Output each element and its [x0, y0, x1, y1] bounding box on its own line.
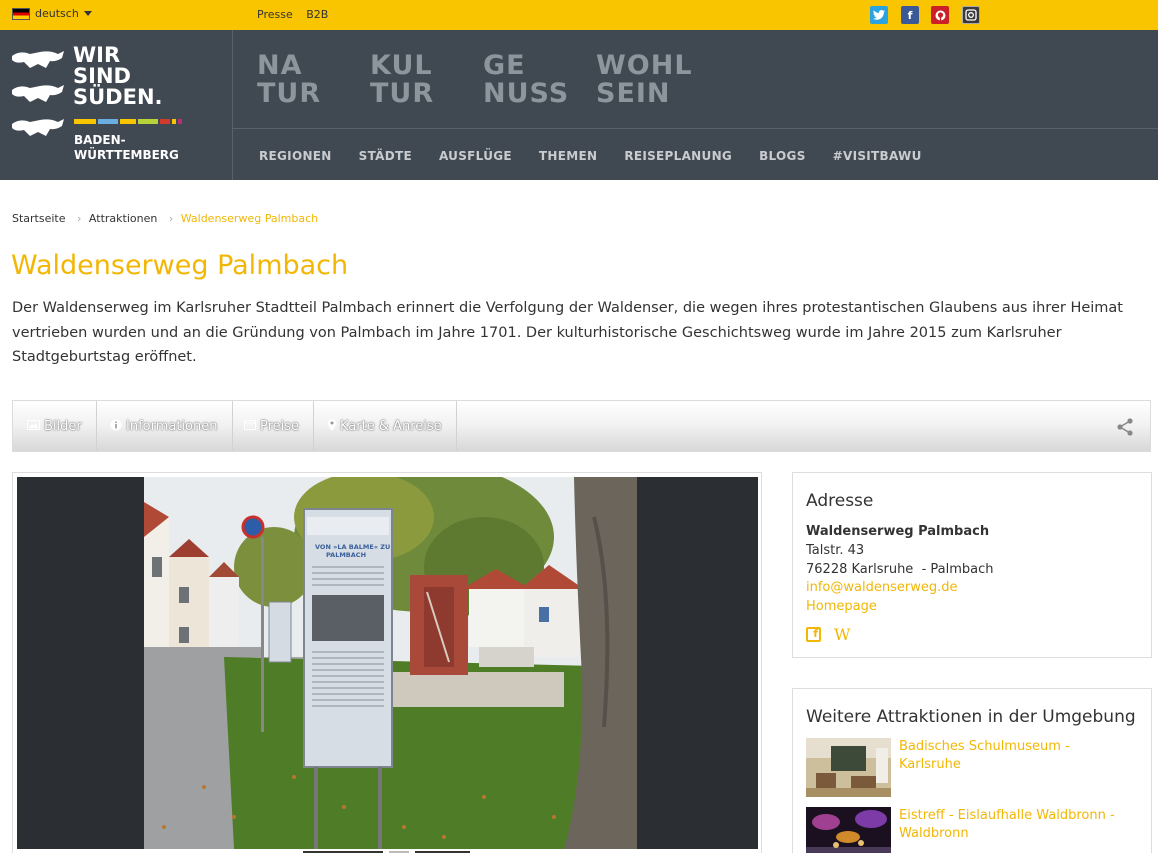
logo-line-1: WIR — [73, 43, 121, 67]
subnav-staedte[interactable]: STÄDTE — [359, 149, 412, 163]
address-street: Talstr. 43 — [806, 542, 865, 558]
address-details: Waldenserweg Palmbach Talstr. 43 76228 K… — [806, 523, 994, 617]
breadcrumb-home[interactable]: Startseite — [12, 212, 66, 225]
language-selector[interactable]: deutsch — [12, 7, 92, 20]
presse-link[interactable]: Presse — [257, 8, 293, 21]
subnav-themen[interactable]: THEMEN — [539, 149, 597, 163]
nav-kultur-line-2: TUR — [370, 78, 435, 109]
address-name: Waldenserweg Palmbach — [806, 524, 990, 539]
instagram-icon[interactable] — [962, 6, 980, 24]
address-heading: Adresse — [806, 491, 874, 511]
logo-stripes — [74, 119, 184, 124]
address-social-icons: f W — [806, 625, 850, 644]
share-icon[interactable] — [1116, 418, 1134, 436]
nearby-item-label: Eistreff - Eislaufhalle Waldbronn - Wald… — [899, 808, 1115, 841]
facebook-icon[interactable]: f — [806, 627, 821, 642]
email-link[interactable]: info@waldenserweg.de — [806, 579, 994, 598]
language-label: deutsch — [35, 7, 79, 20]
attraction-thumbnail[interactable] — [806, 807, 891, 853]
map-pin-icon — [328, 418, 336, 434]
nav-genuss[interactable]: GE NUSS — [483, 52, 596, 108]
b2b-link[interactable]: B2B — [306, 8, 328, 21]
nav-kultur-line-1: KUL — [370, 50, 433, 81]
german-flag-icon — [12, 7, 30, 20]
attraction-thumbnail[interactable] — [806, 738, 891, 797]
tab-karte-anreise[interactable]: Karte & Anreise — [314, 401, 457, 451]
intro-text: Der Waldenserweg im Karlsruher Stadtteil… — [12, 300, 1123, 365]
gallery-frame: VON »LA BALME« ZU PALMBACH — [17, 477, 758, 849]
nav-wohlsein-line-2: SEIN — [596, 78, 671, 109]
tab-bar: Bilder Informationen Preise Karte & Anre… — [12, 400, 1151, 452]
nav-wohlsein[interactable]: WOHL SEIN — [596, 52, 709, 108]
tab-informationen[interactable]: Informationen — [96, 401, 233, 451]
facebook-icon[interactable]: f — [901, 6, 919, 24]
logo-region-line-2: WÜRTTEMBERG — [74, 148, 179, 162]
page-title: Waldenserweg Palmbach — [11, 250, 349, 281]
subnav-ausfluege[interactable]: AUSFLÜGE — [439, 149, 512, 163]
site-header: WIR SIND SÜDEN. BADEN- WÜRTTEMBERG NA TUR… — [0, 30, 1158, 180]
attraction-photo[interactable]: VON »LA BALME« ZU PALMBACH — [144, 477, 637, 849]
breadcrumb-separator: › — [77, 212, 82, 225]
nav-genuss-line-1: GE — [483, 50, 526, 81]
tab-preise[interactable]: Preise — [230, 401, 315, 451]
lions-logo-icon — [12, 51, 64, 136]
image-gallery: VON »LA BALME« ZU PALMBACH — [12, 472, 762, 853]
tab-preise-label: Preise — [260, 418, 300, 434]
breadcrumb: Startseite › Attraktionen › Waldenserweg… — [12, 212, 322, 225]
tab-bilder-label: Bilder — [44, 418, 82, 434]
top-links: Presse B2B — [257, 8, 338, 21]
list-item[interactable]: Badisches Schulmuseum - Karlsruhe — [806, 738, 1129, 797]
wikipedia-icon[interactable]: W — [834, 625, 850, 644]
homepage-link[interactable]: Homepage — [806, 598, 994, 617]
nearby-item-label: Badisches Schulmuseum - Karlsruhe — [899, 739, 1070, 772]
nav-natur-line-2: TUR — [257, 78, 322, 109]
nav-genuss-line-2: NUSS — [483, 78, 570, 109]
nav-natur-line-1: NA — [257, 50, 303, 81]
main-nav: NA TUR KUL TUR GE NUSS WOHL SEIN — [257, 52, 709, 108]
subnav-reiseplanung[interactable]: REISEPLANUNG — [624, 149, 732, 163]
tab-bilder[interactable]: Bilder — [13, 401, 97, 451]
subnav-regionen[interactable]: REGIONEN — [259, 149, 332, 163]
top-bar: deutsch Presse B2B f — [0, 0, 1158, 30]
logo-region: BADEN- WÜRTTEMBERG — [74, 133, 179, 163]
calendar-icon — [244, 419, 256, 433]
logo-text: WIR SIND SÜDEN. — [73, 45, 163, 108]
breadcrumb-section[interactable]: Attraktionen — [89, 212, 157, 225]
sign-title-2: PALMBACH — [326, 551, 366, 559]
twitter-icon[interactable] — [870, 6, 888, 24]
address-box: Adresse Waldenserweg Palmbach Talstr. 43… — [792, 472, 1152, 658]
logo[interactable]: WIR SIND SÜDEN. BADEN- WÜRTTEMBERG — [0, 30, 233, 180]
nearby-heading: Weitere Attraktionen in der Umgebung — [806, 707, 1136, 727]
logo-region-line-1: BADEN- — [74, 133, 126, 147]
nav-wohlsein-line-1: WOHL — [596, 50, 693, 81]
nav-kultur[interactable]: KUL TUR — [370, 52, 483, 108]
nearby-attractions-box: Weitere Attraktionen in der Umgebung Bad… — [792, 688, 1152, 853]
pinterest-icon[interactable] — [931, 6, 949, 24]
list-item[interactable]: Eistreff - Eislaufhalle Waldbronn - Wald… — [806, 807, 1129, 853]
sign-title-1: VON »LA BALME« ZU — [315, 543, 390, 551]
subnav-visitbawu[interactable]: #VISITBAWU — [833, 149, 922, 163]
image-icon — [27, 419, 40, 433]
breadcrumb-current: Waldenserweg Palmbach — [180, 212, 319, 225]
sub-nav: REGIONEN STÄDTE AUSFLÜGE THEMEN REISEPLA… — [259, 149, 949, 163]
tab-informationen-label: Informationen — [126, 418, 218, 434]
caret-down-icon — [83, 11, 92, 16]
subnav-blogs[interactable]: BLOGS — [759, 149, 806, 163]
nav-natur[interactable]: NA TUR — [257, 52, 370, 108]
tab-karte-anreise-label: Karte & Anreise — [340, 418, 442, 434]
info-icon — [110, 419, 122, 434]
logo-line-3: SÜDEN. — [73, 85, 163, 109]
logo-line-2: SIND — [73, 64, 131, 88]
breadcrumb-separator: › — [168, 212, 174, 225]
nav-divider — [233, 128, 1158, 129]
address-city: 76228 Karlsruhe - Palmbach — [806, 561, 994, 577]
